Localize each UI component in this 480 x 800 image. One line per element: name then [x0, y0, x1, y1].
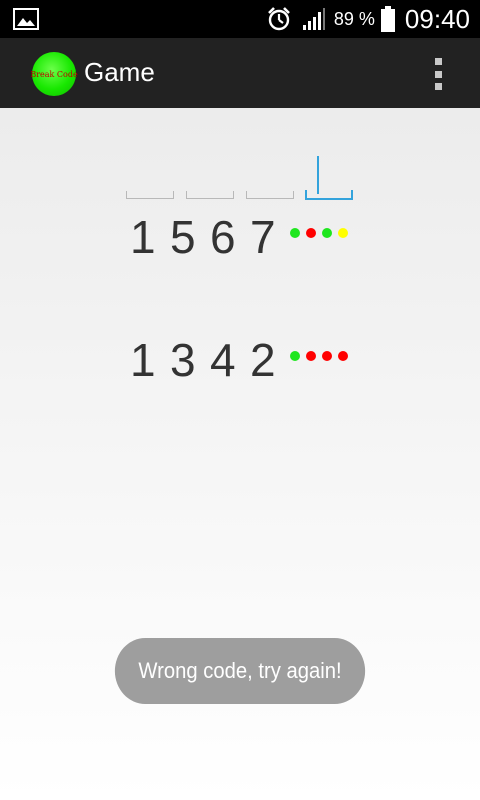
text-cursor: [317, 156, 319, 194]
guess-digit: 1: [130, 334, 160, 386]
game-board: 1 5 6 7 1 3 4 2 Wrong code, try again!: [0, 108, 480, 800]
feedback-peg: [306, 228, 316, 238]
feedback-peg: [290, 351, 300, 361]
feedback-pegs: [290, 351, 354, 361]
feedback-peg: [322, 351, 332, 361]
clock: 09:40: [404, 3, 470, 34]
overflow-menu-icon[interactable]: [430, 58, 446, 90]
app-logo-text: Break Code: [30, 69, 78, 79]
guess-digit: 5: [170, 211, 200, 263]
signal-icon: [302, 8, 325, 30]
code-input-slot-4[interactable]: [305, 190, 353, 200]
battery-percent: 89 %: [333, 8, 375, 29]
battery-icon: [380, 6, 395, 32]
code-input-slot-1[interactable]: [126, 191, 174, 199]
gallery-icon: [13, 8, 39, 30]
code-input-slot-2[interactable]: [186, 191, 234, 199]
guess-digit: 7: [250, 211, 280, 263]
alarm-icon: [267, 7, 290, 31]
status-bar: 89 % 09:40: [0, 0, 480, 38]
guess-digit: 2: [250, 334, 280, 386]
page-title: Game: [84, 57, 155, 87]
guess-digit: 6: [210, 211, 240, 263]
toast-message: Wrong code, try again!: [114, 638, 366, 704]
code-input-slot-3[interactable]: [246, 191, 294, 199]
feedback-peg: [338, 228, 348, 238]
feedback-peg: [306, 351, 316, 361]
guess-digit: 3: [170, 334, 200, 386]
guess-digit: 4: [210, 334, 240, 386]
app-logo-icon[interactable]: Break Code: [30, 52, 78, 96]
guess-digit: 1: [130, 211, 160, 263]
feedback-peg: [338, 351, 348, 361]
feedback-pegs: [290, 228, 354, 238]
feedback-peg: [290, 228, 300, 238]
action-bar: Break Code Game: [0, 38, 480, 108]
guess-row: 1 3 4 2: [130, 333, 290, 386]
feedback-peg: [322, 228, 332, 238]
guess-row: 1 5 6 7: [130, 210, 290, 263]
